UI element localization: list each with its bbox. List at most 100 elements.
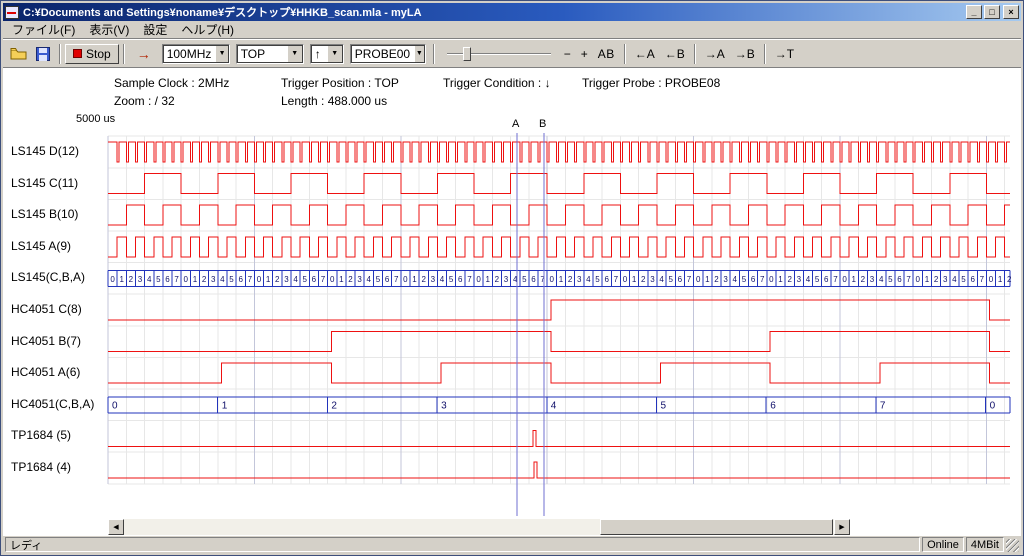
- trigger-edge-value: ↑: [311, 47, 327, 61]
- zoom-out-button[interactable]: −: [559, 46, 576, 62]
- goto-cursor-a-right-button[interactable]: →A: [700, 46, 730, 62]
- info-trigger-condition: Trigger Condition : ↓: [443, 76, 551, 90]
- zoom-in-button[interactable]: +: [576, 46, 593, 62]
- bus-value: 7: [687, 275, 692, 284]
- goto-trigger-button[interactable]: →T: [770, 46, 799, 62]
- chevron-down-icon[interactable]: ▼: [287, 45, 303, 63]
- bus-value: 6: [678, 275, 683, 284]
- bus-value: 0: [257, 275, 262, 284]
- bus-value: 5: [961, 275, 966, 284]
- bus-value: 1: [998, 275, 1003, 284]
- waveform-display[interactable]: 0123456701234567012345670123456701234567…: [3, 68, 1021, 535]
- scroll-left-icon[interactable]: ◀: [108, 519, 124, 535]
- menu-settings[interactable]: 設定: [136, 20, 174, 39]
- goto-cursor-b-left-button[interactable]: ←B: [660, 46, 690, 62]
- run-button[interactable]: →: [129, 46, 159, 62]
- zoom-slider-thumb[interactable]: [463, 47, 471, 61]
- info-zoom: Zoom : / 32: [114, 94, 175, 108]
- status-online: Online: [922, 537, 964, 552]
- chevron-down-icon[interactable]: ▼: [215, 45, 228, 63]
- zoom-slider[interactable]: [447, 44, 551, 64]
- bus-value: 3: [650, 275, 655, 284]
- bus-value: 6: [312, 275, 317, 284]
- bus-value: 2: [495, 275, 500, 284]
- bus-value: 3: [211, 275, 216, 284]
- bus-value: 4: [659, 275, 664, 284]
- menu-view[interactable]: 表示(V): [82, 20, 136, 39]
- bus-value: 1: [852, 275, 857, 284]
- bus-value: 5: [302, 275, 307, 284]
- menu-file[interactable]: ファイル(F): [5, 20, 82, 39]
- bus-value: 7: [174, 275, 179, 284]
- save-button[interactable]: [31, 43, 55, 65]
- bus-value: 1: [486, 275, 491, 284]
- bus-value: 0: [330, 275, 335, 284]
- floppy-disk-icon: [36, 47, 50, 61]
- probe-select[interactable]: PROBE00 ▼: [350, 44, 426, 64]
- bus-value: 0: [403, 275, 408, 284]
- bus-value: 6: [751, 275, 756, 284]
- wave-square: [108, 300, 1010, 320]
- cursor-a-label[interactable]: A: [512, 118, 519, 130]
- bus-value: 3: [870, 275, 875, 284]
- menu-help[interactable]: ヘルプ(H): [174, 20, 241, 39]
- bus-value: 4: [806, 275, 811, 284]
- bus-value: 6: [604, 275, 609, 284]
- cursor-b-label[interactable]: B: [539, 118, 546, 130]
- bus-value: 7: [760, 275, 765, 284]
- bus-value: 6: [531, 275, 536, 284]
- channel-label: LS145(C,B,A): [11, 270, 85, 284]
- open-button[interactable]: [7, 43, 31, 65]
- minimize-button[interactable]: _: [966, 5, 982, 19]
- bus-value: 5: [888, 275, 893, 284]
- bus-value: 5: [449, 275, 454, 284]
- bus-value: 1: [266, 275, 271, 284]
- bus-value: 7: [833, 275, 838, 284]
- bus-value: 6: [770, 400, 776, 411]
- sample-clock-select[interactable]: 100MHz ▼: [162, 44, 230, 64]
- ab-span-button[interactable]: AB: [593, 46, 620, 62]
- trigger-position-select[interactable]: TOP ▼: [236, 44, 304, 64]
- horizontal-scrollbar[interactable]: ◀ ▶: [108, 519, 850, 535]
- goto-cursor-b-right-button[interactable]: →B: [730, 46, 760, 62]
- bus-value: 6: [238, 275, 243, 284]
- chevron-down-icon[interactable]: ▼: [414, 45, 425, 63]
- scroll-right-icon[interactable]: ▶: [834, 519, 850, 535]
- bus-value: 2: [787, 275, 792, 284]
- bus-value: 5: [156, 275, 161, 284]
- bus-value: 6: [824, 275, 829, 284]
- goto-cursor-a-left-button[interactable]: ←A: [630, 46, 660, 62]
- bus-value: 4: [586, 275, 591, 284]
- bus-value: 4: [367, 275, 372, 284]
- chevron-down-icon[interactable]: ▼: [327, 45, 343, 63]
- maximize-button[interactable]: □: [984, 5, 1000, 19]
- trigger-edge-select[interactable]: ↑ ▼: [310, 44, 344, 64]
- bus-value: 3: [577, 275, 582, 284]
- stop-button[interactable]: Stop: [65, 44, 119, 64]
- bus-value: 3: [943, 275, 948, 284]
- info-trigger-probe: Trigger Probe : PROBE08: [582, 76, 720, 90]
- bus-value: 0: [769, 275, 774, 284]
- channel-label: TP1684 (4): [11, 460, 71, 474]
- bus-value: 4: [879, 275, 884, 284]
- bus-value: 6: [897, 275, 902, 284]
- close-button[interactable]: ×: [1003, 5, 1019, 19]
- bus-value: 5: [742, 275, 747, 284]
- bus-value: 2: [934, 275, 939, 284]
- bus-value: 5: [595, 275, 600, 284]
- scrollbar-thumb[interactable]: [600, 519, 833, 535]
- bus-value: 2: [202, 275, 207, 284]
- wave-square: [108, 237, 1010, 257]
- status-ready: レディ: [5, 537, 920, 552]
- resize-grip[interactable]: [1006, 539, 1019, 552]
- bus-value: 0: [550, 275, 555, 284]
- bus-value: 2: [568, 275, 573, 284]
- channel-label: LS145 B(10): [11, 207, 78, 221]
- bus-value: 3: [797, 275, 802, 284]
- title-bar[interactable]: C:¥Documents and Settings¥noname¥デスクトップ¥…: [3, 3, 1021, 21]
- bus-value: 0: [916, 275, 921, 284]
- bus-value: 2: [861, 275, 866, 284]
- status-memory: 4MBit: [966, 537, 1004, 552]
- bus-value: 3: [431, 275, 436, 284]
- probe-value: PROBE00: [351, 47, 414, 61]
